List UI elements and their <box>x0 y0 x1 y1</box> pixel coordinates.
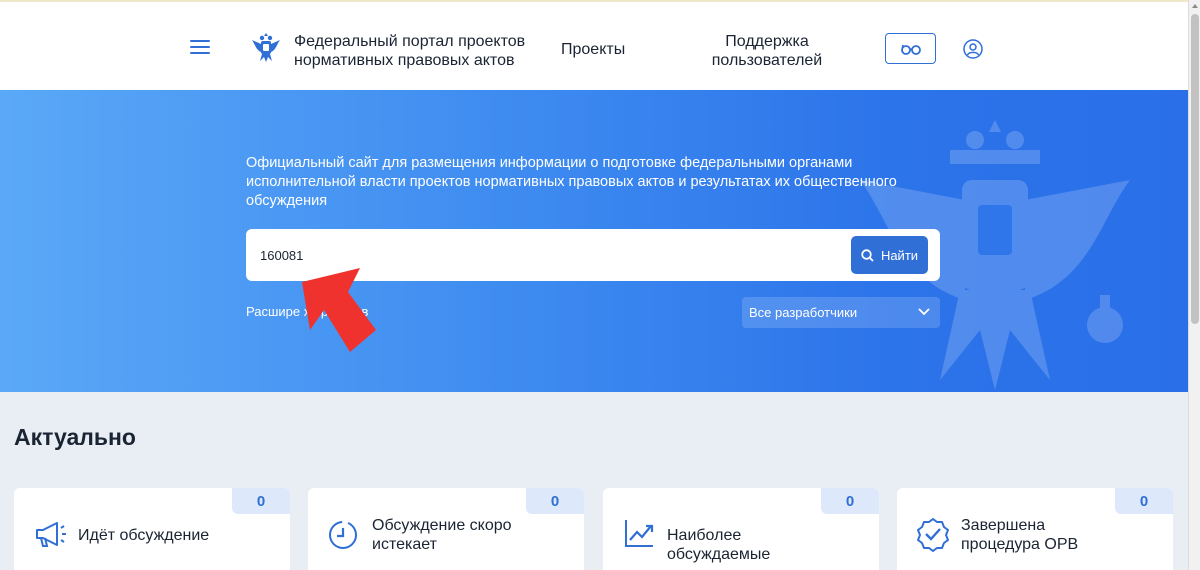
card-orv-completed[interactable]: 0 Завершена процедура ОРВ <box>897 488 1173 570</box>
card-discussion-ongoing[interactable]: 0 Идёт обсуждение <box>14 488 290 570</box>
card-count-badge: 0 <box>232 488 290 514</box>
scrollbar-thumb[interactable] <box>1191 14 1199 324</box>
red-annotation-arrow-icon <box>302 268 376 352</box>
user-profile-icon[interactable] <box>963 39 983 59</box>
menu-burger-icon[interactable] <box>190 40 210 54</box>
section-title-actual: Актуально <box>14 424 136 450</box>
scroll-up-arrow-icon[interactable] <box>1191 2 1199 10</box>
hero-description: Официальный сайт для размещения информац… <box>246 155 897 209</box>
card-label: Завершена процедура ОРВ <box>961 517 1079 553</box>
search-icon <box>861 248 874 262</box>
russian-eagle-emblem-icon <box>252 33 280 62</box>
chevron-down-icon <box>918 308 930 316</box>
portal-title[interactable]: Федеральный портал проектов нормативных … <box>294 32 544 70</box>
developer-select[interactable]: Все разработчики <box>742 297 940 328</box>
timer-icon <box>329 521 357 549</box>
site-header: Федеральный портал проектов нормативных … <box>0 0 1188 90</box>
megaphone-icon <box>36 522 66 547</box>
card-label: Обсуждение скоро истекает <box>372 517 512 553</box>
card-discussion-expiring[interactable]: 0 Обсуждение скоро истекает <box>308 488 584 570</box>
nav-support-link[interactable]: Поддержка пользователей <box>700 32 834 70</box>
hero-banner: Официальный сайт для размещения информац… <box>0 90 1188 392</box>
glasses-icon <box>900 44 921 55</box>
card-label: Наиболее обсуждаемые <box>667 527 771 563</box>
check-badge-icon <box>917 518 949 552</box>
page-scrollbar[interactable] <box>1188 0 1200 570</box>
card-label: Идёт обсуждение <box>78 527 210 544</box>
accessibility-glasses-button[interactable] <box>885 33 936 64</box>
card-count-badge: 0 <box>526 488 584 514</box>
search-button[interactable]: Найти <box>851 236 928 274</box>
trending-chart-icon <box>625 520 654 547</box>
developer-select-value: Все разработчики <box>749 305 858 320</box>
card-count-badge: 0 <box>1115 488 1173 514</box>
nav-projects-link[interactable]: Проекты <box>561 41 625 59</box>
search-button-label: Найти <box>880 247 919 263</box>
card-most-discussed[interactable]: 0 Наиболее обсуждаемые <box>603 488 879 570</box>
card-count-badge: 0 <box>821 488 879 514</box>
